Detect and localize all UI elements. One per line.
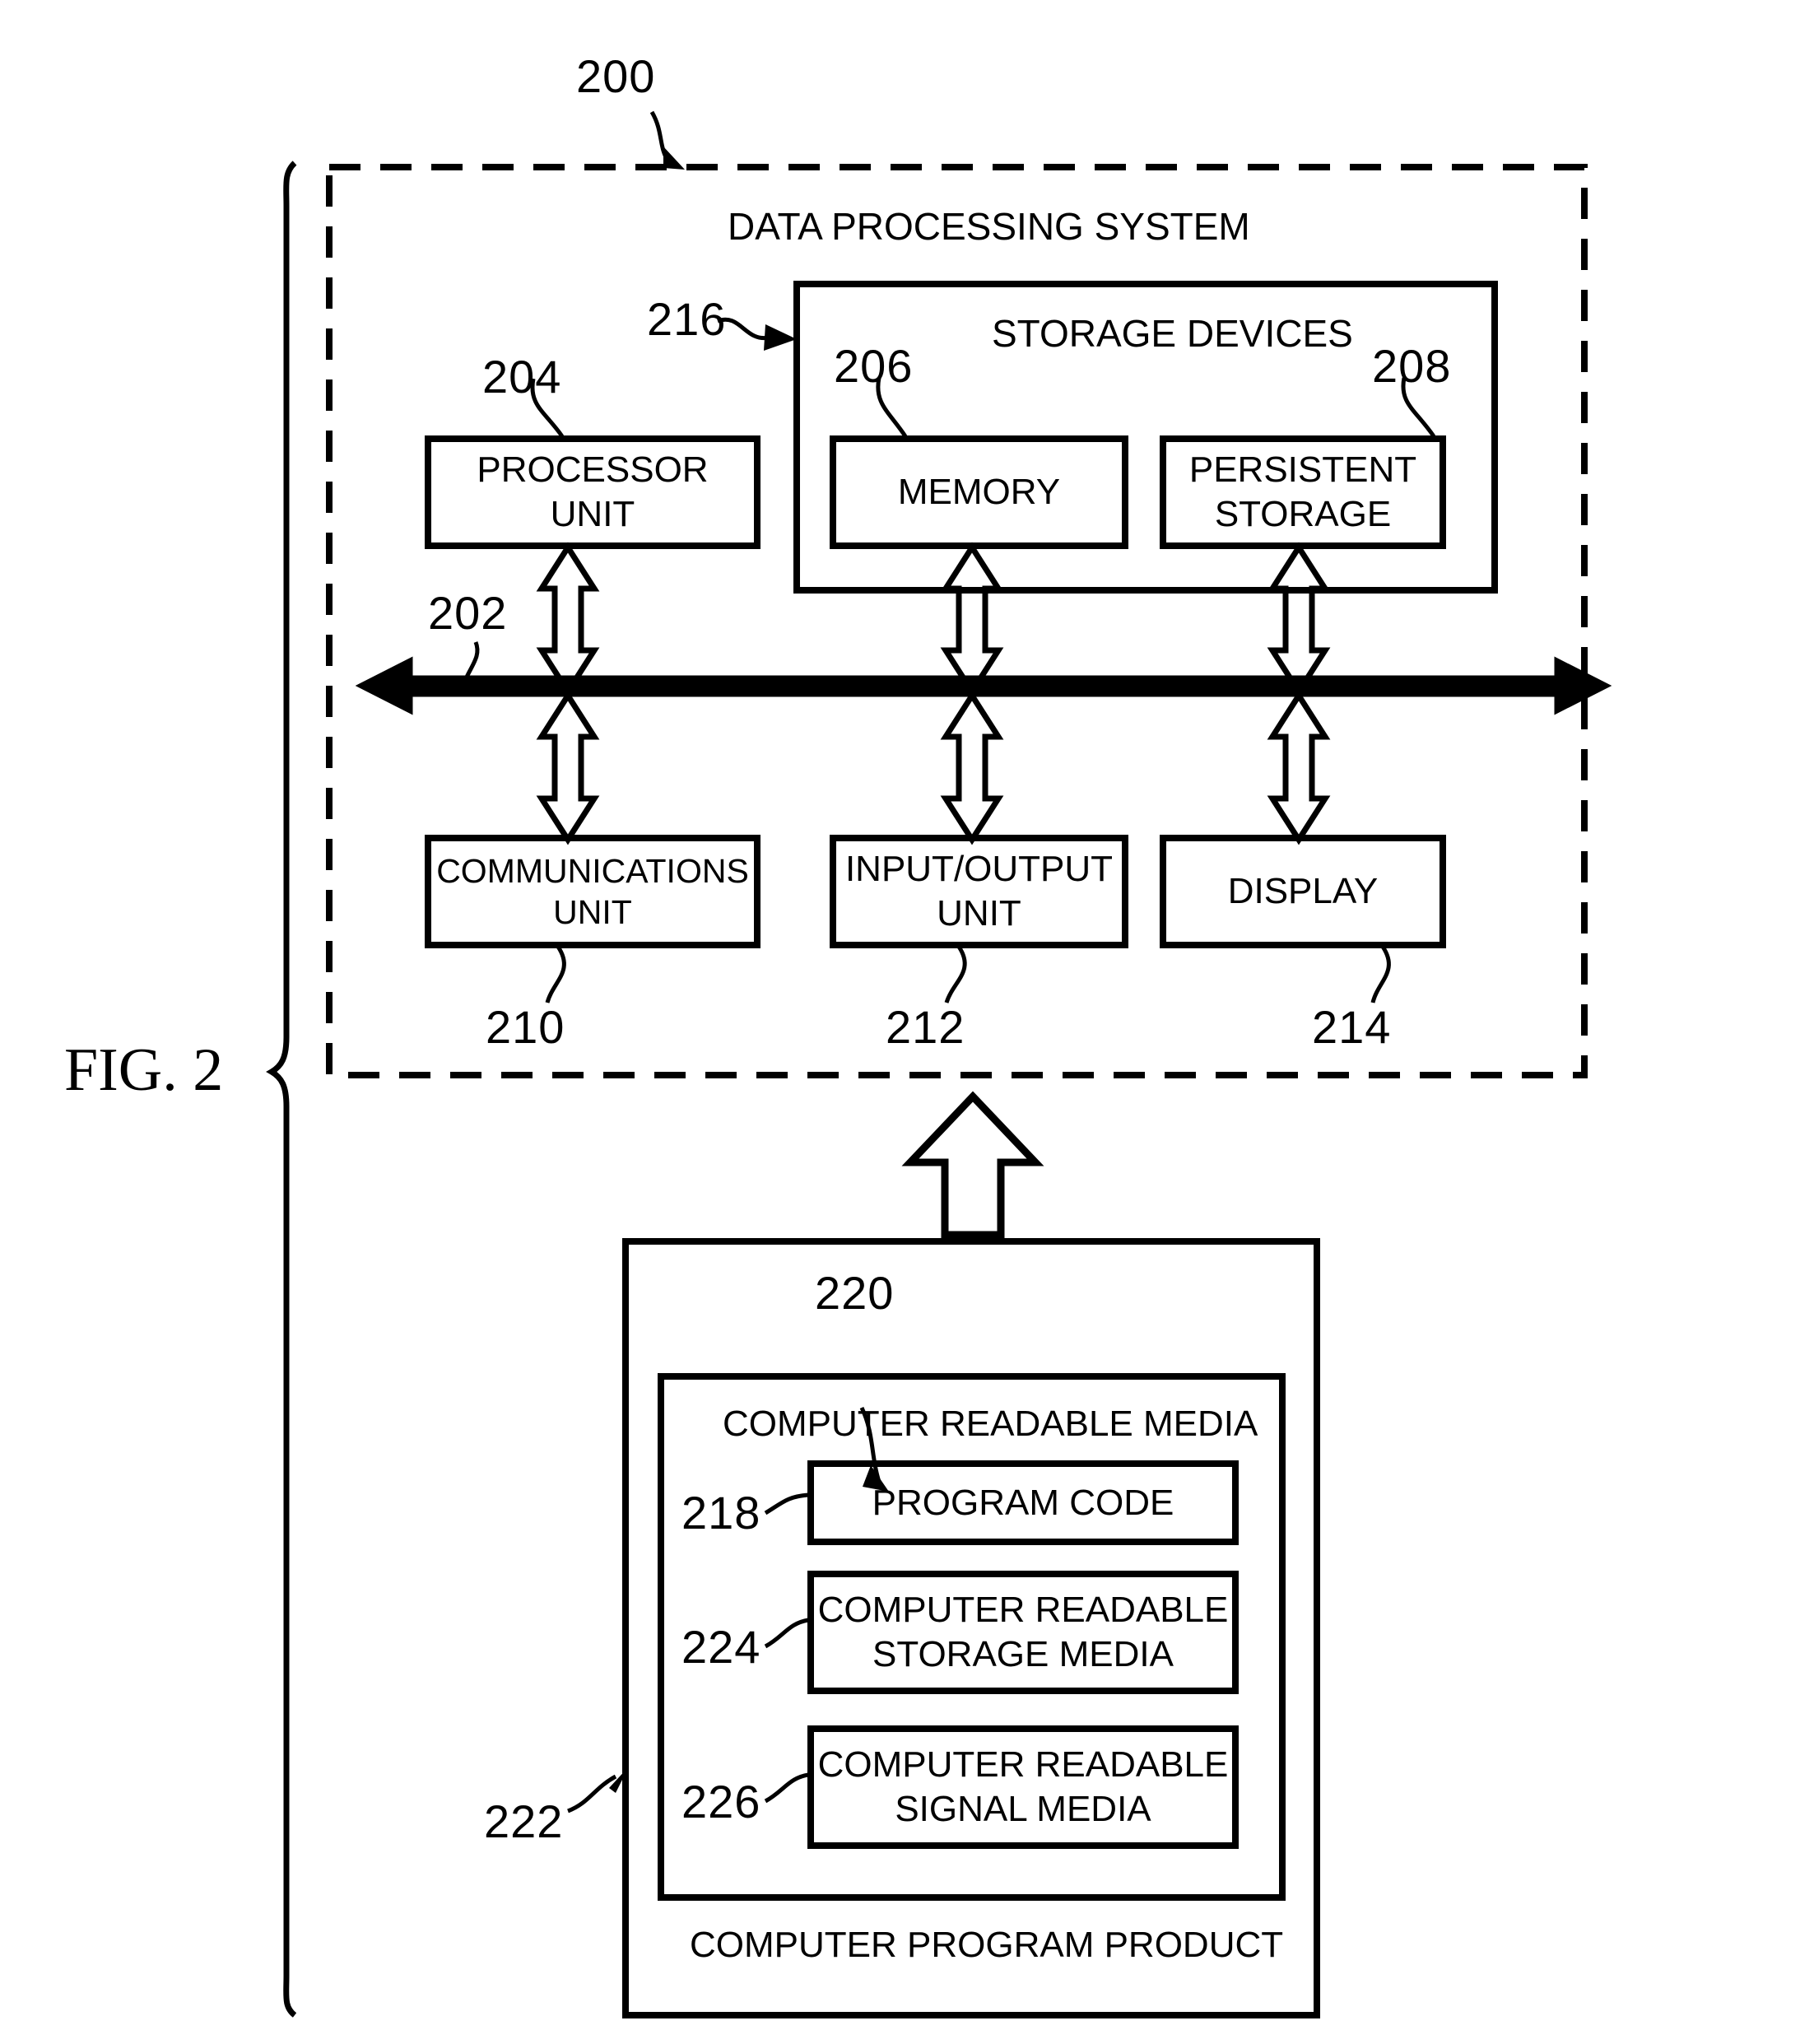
ref-222: 222	[484, 1795, 564, 1847]
patent-figure: FIG. 2 200 DATA PROCESSING SYSTEM 216 ST…	[0, 0, 1800, 2044]
ref-202: 202	[428, 587, 508, 639]
program-code-label: PROGRAM CODE	[872, 1482, 1174, 1523]
persistent-storage-label: PERSISTENT STORAGE	[1188, 449, 1417, 534]
leader-222	[567, 1774, 617, 1814]
leader-226	[764, 1772, 809, 1804]
bus-connector-processor-up	[536, 542, 600, 697]
bus-connector-persistent-up	[1267, 542, 1331, 697]
leader-224	[764, 1618, 809, 1649]
computer-program-product-title: COMPUTER PROGRAM PRODUCT	[690, 1925, 1284, 1965]
ref-218: 218	[681, 1487, 761, 1539]
program-product-feed-arrow	[901, 1091, 1044, 1239]
ref-214: 214	[1312, 1001, 1392, 1053]
bus-connector-io-down	[940, 690, 1004, 845]
processor-unit-label: PROCESSOR UNIT	[477, 449, 709, 534]
system-bus	[355, 656, 1612, 715]
computer-readable-media-title: COMPUTER READABLE MEDIA	[723, 1404, 1258, 1444]
figure-brace	[266, 161, 297, 2018]
ref-204: 204	[482, 351, 562, 403]
ref-226: 226	[681, 1776, 761, 1827]
bus-connector-memory-up	[940, 542, 1004, 697]
leader-210	[545, 945, 566, 1003]
leader-212	[944, 945, 967, 1003]
bus-connector-display-down	[1267, 690, 1331, 845]
ref-200: 200	[576, 50, 656, 102]
io-unit-label: INPUT/OUTPUT UNIT	[844, 849, 1114, 934]
leader-216-arrowhead	[764, 324, 797, 351]
leader-218	[764, 1492, 809, 1516]
memory-label: MEMORY	[897, 472, 1061, 513]
ref-208: 208	[1372, 340, 1452, 392]
leader-200-arrowhead	[663, 147, 685, 170]
figure-caption: FIG. 2	[64, 1036, 224, 1104]
storage-devices-title: STORAGE DEVICES	[992, 312, 1353, 355]
bus-connector-communications-down	[536, 690, 600, 845]
ref-224: 224	[681, 1621, 761, 1673]
ref-206: 206	[834, 340, 914, 392]
ref-216: 216	[647, 293, 727, 345]
ref-220: 220	[815, 1267, 895, 1319]
leader-214	[1370, 945, 1391, 1003]
signal-media-label: COMPUTER READABLE SIGNAL MEDIA	[817, 1744, 1229, 1829]
system-title: DATA PROCESSING SYSTEM	[728, 205, 1250, 248]
communications-unit-label: COMMUNICATIONS UNIT	[436, 851, 749, 931]
ref-212: 212	[886, 1001, 965, 1053]
storage-media-label: COMPUTER READABLE STORAGE MEDIA	[817, 1590, 1229, 1674]
ref-210: 210	[486, 1001, 565, 1053]
display-label: DISPLAY	[1227, 871, 1379, 912]
